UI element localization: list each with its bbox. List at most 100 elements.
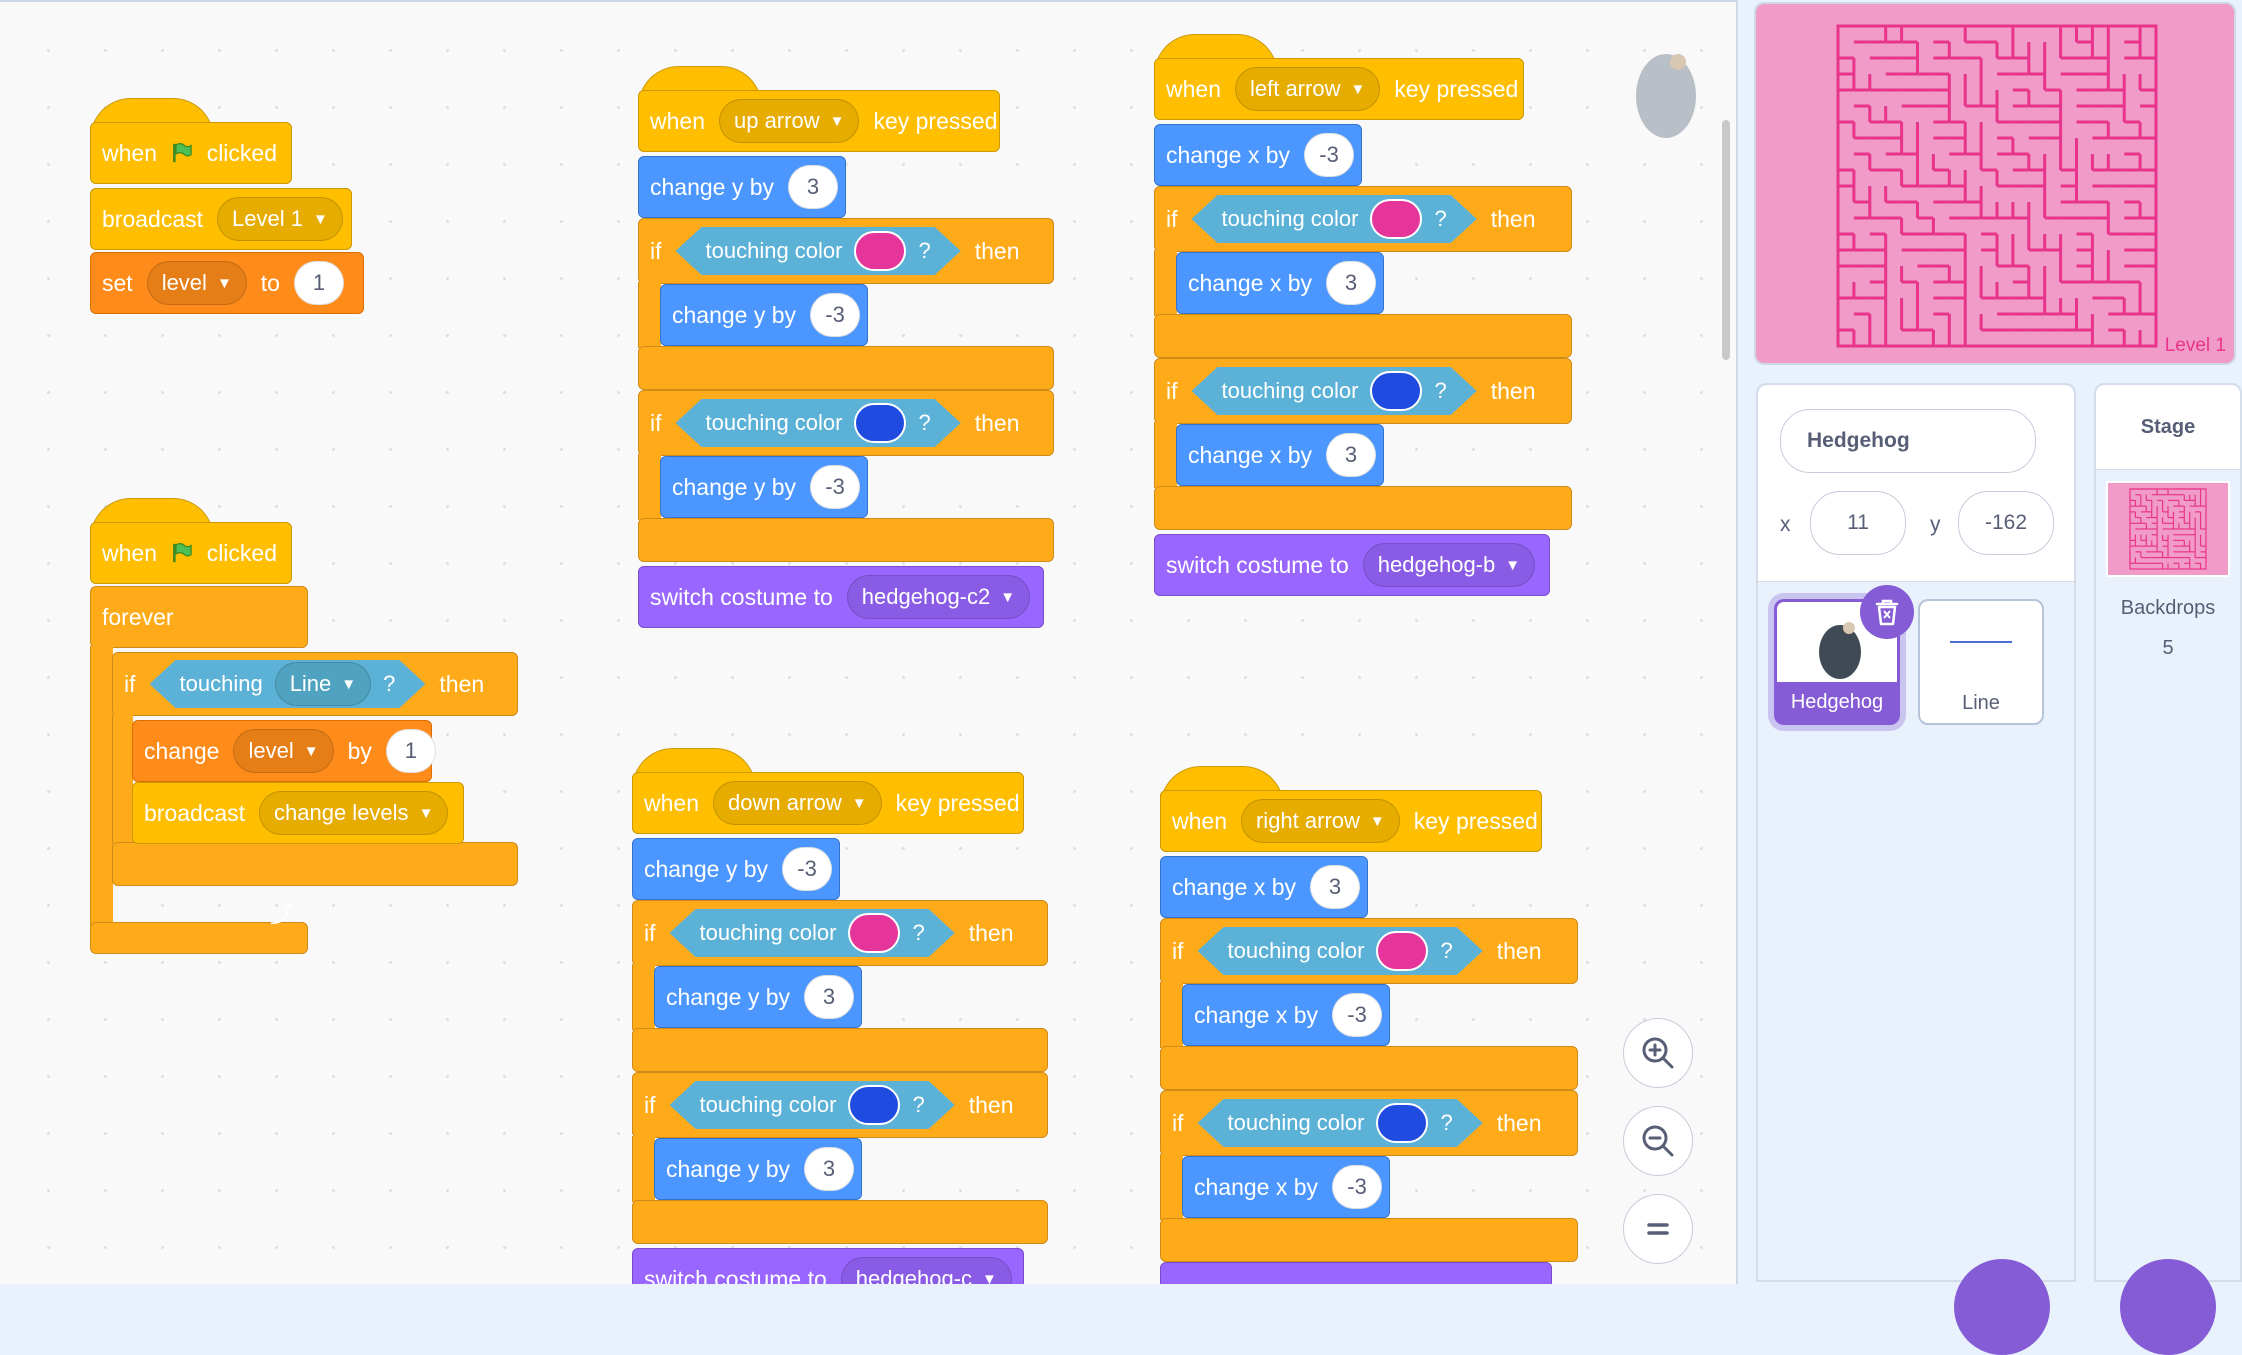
value-input[interactable]: -3 (1332, 993, 1383, 1037)
sprite-name-input[interactable]: Hedgehog (1780, 409, 2036, 473)
change-y-block[interactable]: change y by -3 (660, 284, 868, 346)
costume-dropdown[interactable]: hedgehog-b ▼ (1362, 543, 1536, 587)
key-dropdown[interactable]: down arrow ▼ (712, 781, 882, 825)
touching-color-condition[interactable]: touching color ? (1192, 367, 1477, 415)
hedgehog-thumbnail-icon (1819, 622, 1861, 679)
loop-arrow-icon: ⤴ (270, 901, 294, 928)
set-variable-block[interactable]: set level ▼ to 1 (90, 252, 364, 314)
switch-costume-block[interactable]: switch costume to hedgehog-c2 ▼ (638, 566, 1044, 628)
variable-dropdown[interactable]: level ▼ (233, 729, 334, 773)
switch-costume-block[interactable]: switch costume to hedgehog-b ▼ (1154, 534, 1550, 596)
if-touching-color-block[interactable]: if touching color ? then (638, 390, 1054, 456)
change-x-block[interactable]: change x by -3 (1182, 1156, 1390, 1218)
broadcast-message-dropdown[interactable]: change levels ▼ (259, 791, 449, 835)
when-key-pressed-block[interactable]: when up arrow ▼ key pressed (638, 90, 1000, 152)
backdrop-thumbnail[interactable] (2106, 481, 2230, 577)
broadcast-block[interactable]: broadcast Level 1 ▼ (90, 188, 352, 250)
change-y-block[interactable]: change y by 3 (654, 1138, 862, 1200)
stage-selector-pane[interactable]: Stage Backdrops 5 (2094, 383, 2242, 1355)
touching-color-condition[interactable]: touching color ? (1192, 195, 1477, 243)
value-input[interactable]: -3 (1304, 133, 1355, 177)
change-y-block[interactable]: change y by 3 (638, 156, 846, 218)
if-touching-color-block[interactable]: if touching color ? then (1154, 186, 1572, 252)
broadcast-message-dropdown[interactable]: Level 1 ▼ (217, 197, 343, 241)
key-dropdown[interactable]: left arrow ▼ (1234, 67, 1381, 111)
color-swatch-blue[interactable] (854, 403, 906, 443)
when-key-pressed-block[interactable]: when left arrow ▼ key pressed (1154, 58, 1524, 120)
value-input[interactable]: 1 (293, 261, 344, 305)
touching-color-condition[interactable]: touching color ? (1198, 1099, 1483, 1147)
code-workspace[interactable]: when clicked broadcast Level 1 ▼ set leve… (0, 0, 1738, 1284)
when-key-pressed-block[interactable]: when right arrow ▼ key pressed (1160, 790, 1542, 852)
key-dropdown[interactable]: up arrow ▼ (718, 99, 860, 143)
zoom-out-button[interactable] (1623, 1106, 1693, 1176)
value-input[interactable]: -3 (1332, 1165, 1383, 1209)
color-swatch-pink[interactable] (1376, 931, 1428, 971)
forever-block[interactable]: forever (90, 586, 308, 648)
color-swatch-blue[interactable] (1376, 1103, 1428, 1143)
if-touching-color-block[interactable]: if touching color ? then (632, 1072, 1048, 1138)
when-flag-clicked-block[interactable]: when clicked (90, 522, 292, 584)
costume-dropdown[interactable]: hedgehog-c2 ▼ (846, 575, 1031, 619)
zoom-reset-button[interactable] (1623, 1194, 1693, 1264)
sprite-tile-line[interactable]: Line (1918, 599, 2044, 725)
change-variable-block[interactable]: change level ▼ by 1 (132, 720, 436, 782)
value-input[interactable]: 3 (1326, 433, 1377, 477)
color-swatch-pink[interactable] (854, 231, 906, 271)
y-position-input[interactable]: -162 (1958, 491, 2054, 555)
touching-condition[interactable]: touching Line ▼ ? (150, 660, 426, 708)
change-y-block[interactable]: change y by -3 (660, 456, 868, 518)
add-backdrop-button[interactable] (2120, 1259, 2216, 1355)
change-x-block[interactable]: change x by 3 (1176, 424, 1384, 486)
value-input[interactable]: -3 (810, 465, 861, 509)
if-touching-color-block[interactable]: if touching color ? then (1154, 358, 1572, 424)
value-input[interactable]: 3 (1310, 865, 1361, 909)
color-swatch-blue[interactable] (848, 1085, 900, 1125)
color-swatch-pink[interactable] (1370, 199, 1422, 239)
color-swatch-pink[interactable] (848, 913, 900, 953)
stage-canvas[interactable]: Level 1 (1754, 2, 2236, 365)
variable-dropdown[interactable]: level ▼ (146, 261, 247, 305)
value-input[interactable]: 3 (788, 165, 839, 209)
chevron-down-icon: ▼ (1000, 588, 1016, 606)
if-touching-color-block[interactable]: if touching color ? then (638, 218, 1054, 284)
change-x-block[interactable]: change x by -3 (1154, 124, 1362, 186)
change-y-block[interactable]: change y by -3 (632, 838, 840, 900)
x-position-input[interactable]: 11 (1810, 491, 1906, 555)
when-flag-clicked-block[interactable]: when clicked (90, 122, 292, 184)
when-key-pressed-block[interactable]: when down arrow ▼ key pressed (632, 772, 1024, 834)
add-sprite-button[interactable] (1954, 1259, 2050, 1355)
value-input[interactable]: 3 (1326, 261, 1377, 305)
value-input[interactable]: 1 (385, 729, 436, 773)
switch-costume-block[interactable]: switch costume to hedgehog-c ▼ (632, 1248, 1024, 1284)
if-touching-color-block[interactable]: if touching color ? then (1160, 1090, 1578, 1156)
broadcast-block[interactable]: broadcast change levels ▼ (132, 782, 464, 844)
touching-color-condition[interactable]: touching color ? (670, 1081, 955, 1129)
touching-color-condition[interactable]: touching color ? (670, 909, 955, 957)
switch-costume-block-partial[interactable] (1160, 1262, 1552, 1284)
color-swatch-blue[interactable] (1370, 371, 1422, 411)
if-touching-color-block[interactable]: if touching color ? then (1160, 918, 1578, 984)
costume-dropdown[interactable]: hedgehog-c ▼ (840, 1257, 1012, 1284)
touching-object-dropdown[interactable]: Line ▼ (275, 662, 371, 706)
change-x-block[interactable]: change x by 3 (1176, 252, 1384, 314)
value-input[interactable]: -3 (782, 847, 833, 891)
if-touching-color-block[interactable]: if touching color ? then (632, 900, 1048, 966)
value-input[interactable]: 3 (804, 1147, 855, 1191)
if-bottom (112, 842, 518, 886)
key-dropdown[interactable]: right arrow ▼ (1240, 799, 1400, 843)
value-input[interactable]: 3 (804, 975, 855, 1019)
touching-color-condition[interactable]: touching color ? (1198, 927, 1483, 975)
broadcast-label: broadcast (144, 799, 246, 826)
change-x-block[interactable]: change x by -3 (1182, 984, 1390, 1046)
zoom-in-button[interactable] (1623, 1018, 1693, 1088)
value-input[interactable]: -3 (810, 293, 861, 337)
touching-color-condition[interactable]: touching color ? (676, 227, 961, 275)
change-y-block[interactable]: change y by 3 (654, 966, 862, 1028)
if-bottom (638, 518, 1054, 562)
workspace-scrollbar[interactable] (1722, 120, 1730, 360)
if-touching-block[interactable]: if touching Line ▼ ? then (112, 652, 518, 716)
delete-sprite-button[interactable] (1860, 585, 1914, 639)
change-x-block[interactable]: change x by 3 (1160, 856, 1368, 918)
touching-color-condition[interactable]: touching color ? (676, 399, 961, 447)
